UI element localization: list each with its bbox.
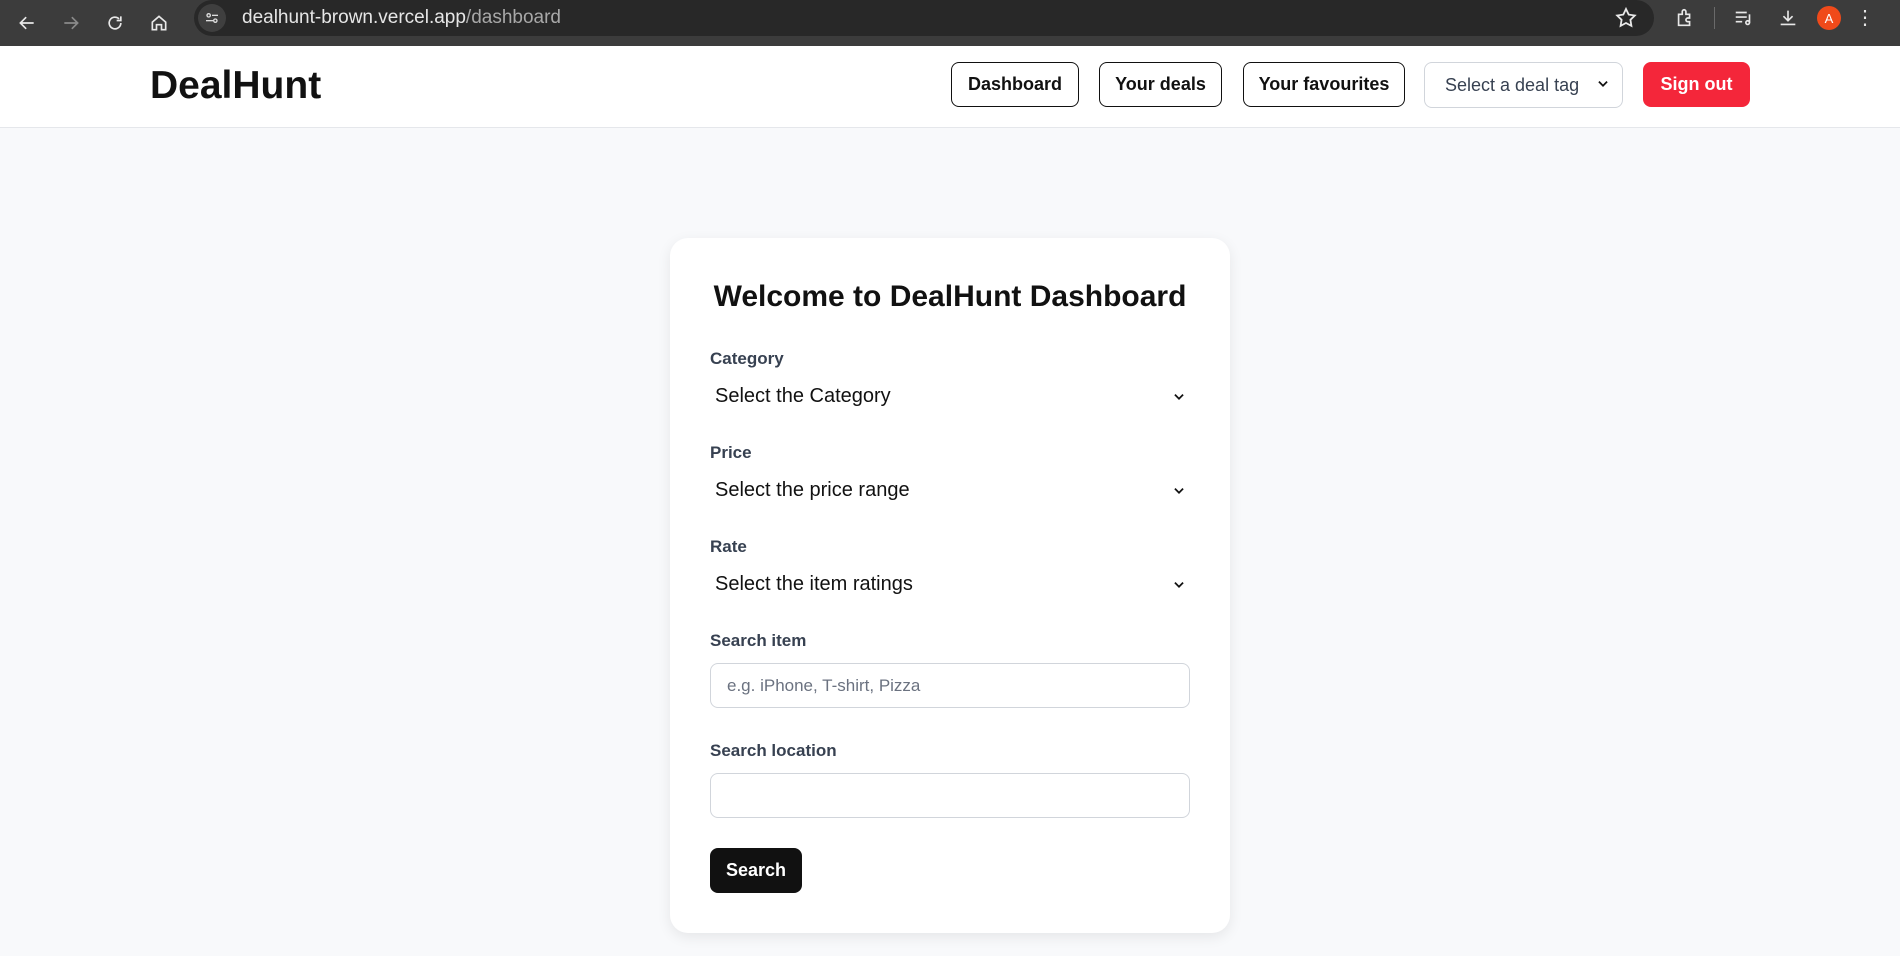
deal-tag-select[interactable]: Select a deal tag — [1424, 62, 1623, 108]
search-button[interactable]: Search — [710, 848, 802, 893]
url-text: dealhunt-brown.vercel.app/dashboard — [242, 7, 561, 29]
search-card: Welcome to DealHunt Dashboard Category S… — [670, 238, 1230, 933]
price-label: Price — [710, 443, 752, 462]
address-bar[interactable]: dealhunt-brown.vercel.app/dashboard — [194, 0, 1654, 36]
dashboard-button[interactable]: Dashboard — [951, 62, 1079, 107]
page-title: Welcome to DealHunt Dashboard — [713, 280, 1187, 313]
deal-tag-select-value: Select a deal tag — [1445, 74, 1580, 95]
downloads-icon[interactable] — [1773, 3, 1803, 33]
app-navbar: DealHunt Dashboard Your deals Your favou… — [0, 46, 1900, 128]
search-location-input[interactable] — [710, 773, 1190, 818]
extensions-icon[interactable] — [1670, 3, 1700, 33]
forward-icon[interactable] — [56, 8, 86, 38]
category-select-value: Select the Category — [715, 384, 891, 407]
back-icon[interactable] — [12, 8, 42, 38]
rate-label: Rate — [710, 537, 747, 556]
chevron-down-icon — [1174, 488, 1184, 494]
category-select[interactable]: Select the Category — [710, 378, 1190, 414]
url-host: dealhunt-brown.vercel.app — [242, 7, 466, 28]
your-deals-button[interactable]: Your deals — [1099, 62, 1222, 107]
home-icon[interactable] — [144, 8, 174, 38]
search-item-label: Search item — [710, 631, 807, 650]
toolbar-divider — [1714, 7, 1715, 29]
price-select[interactable]: Select the price range — [710, 472, 1190, 508]
chevron-down-icon — [1598, 81, 1608, 87]
rate-select-value: Select the item ratings — [715, 572, 913, 595]
chevron-down-icon — [1174, 394, 1184, 400]
price-select-value: Select the price range — [715, 478, 910, 501]
category-label: Category — [710, 349, 784, 368]
browser-toolbar: dealhunt-brown.vercel.app/dashboard A ⋮ — [0, 0, 1900, 46]
search-location-label: Search location — [710, 741, 837, 760]
reload-icon[interactable] — [100, 8, 130, 38]
sign-out-button[interactable]: Sign out — [1643, 62, 1750, 107]
media-queue-icon[interactable] — [1729, 3, 1759, 33]
site-settings-icon[interactable] — [198, 4, 226, 32]
search-item-input[interactable] — [710, 663, 1190, 708]
brand-logo[interactable]: DealHunt — [150, 64, 321, 108]
rate-select[interactable]: Select the item ratings — [710, 566, 1190, 602]
bookmark-star-icon[interactable] — [1614, 6, 1638, 30]
more-menu-icon[interactable]: ⋮ — [1855, 8, 1875, 28]
profile-avatar[interactable]: A — [1817, 6, 1841, 30]
chevron-down-icon — [1174, 582, 1184, 588]
your-favourites-button[interactable]: Your favourites — [1243, 62, 1405, 107]
url-path: /dashboard — [465, 7, 561, 28]
